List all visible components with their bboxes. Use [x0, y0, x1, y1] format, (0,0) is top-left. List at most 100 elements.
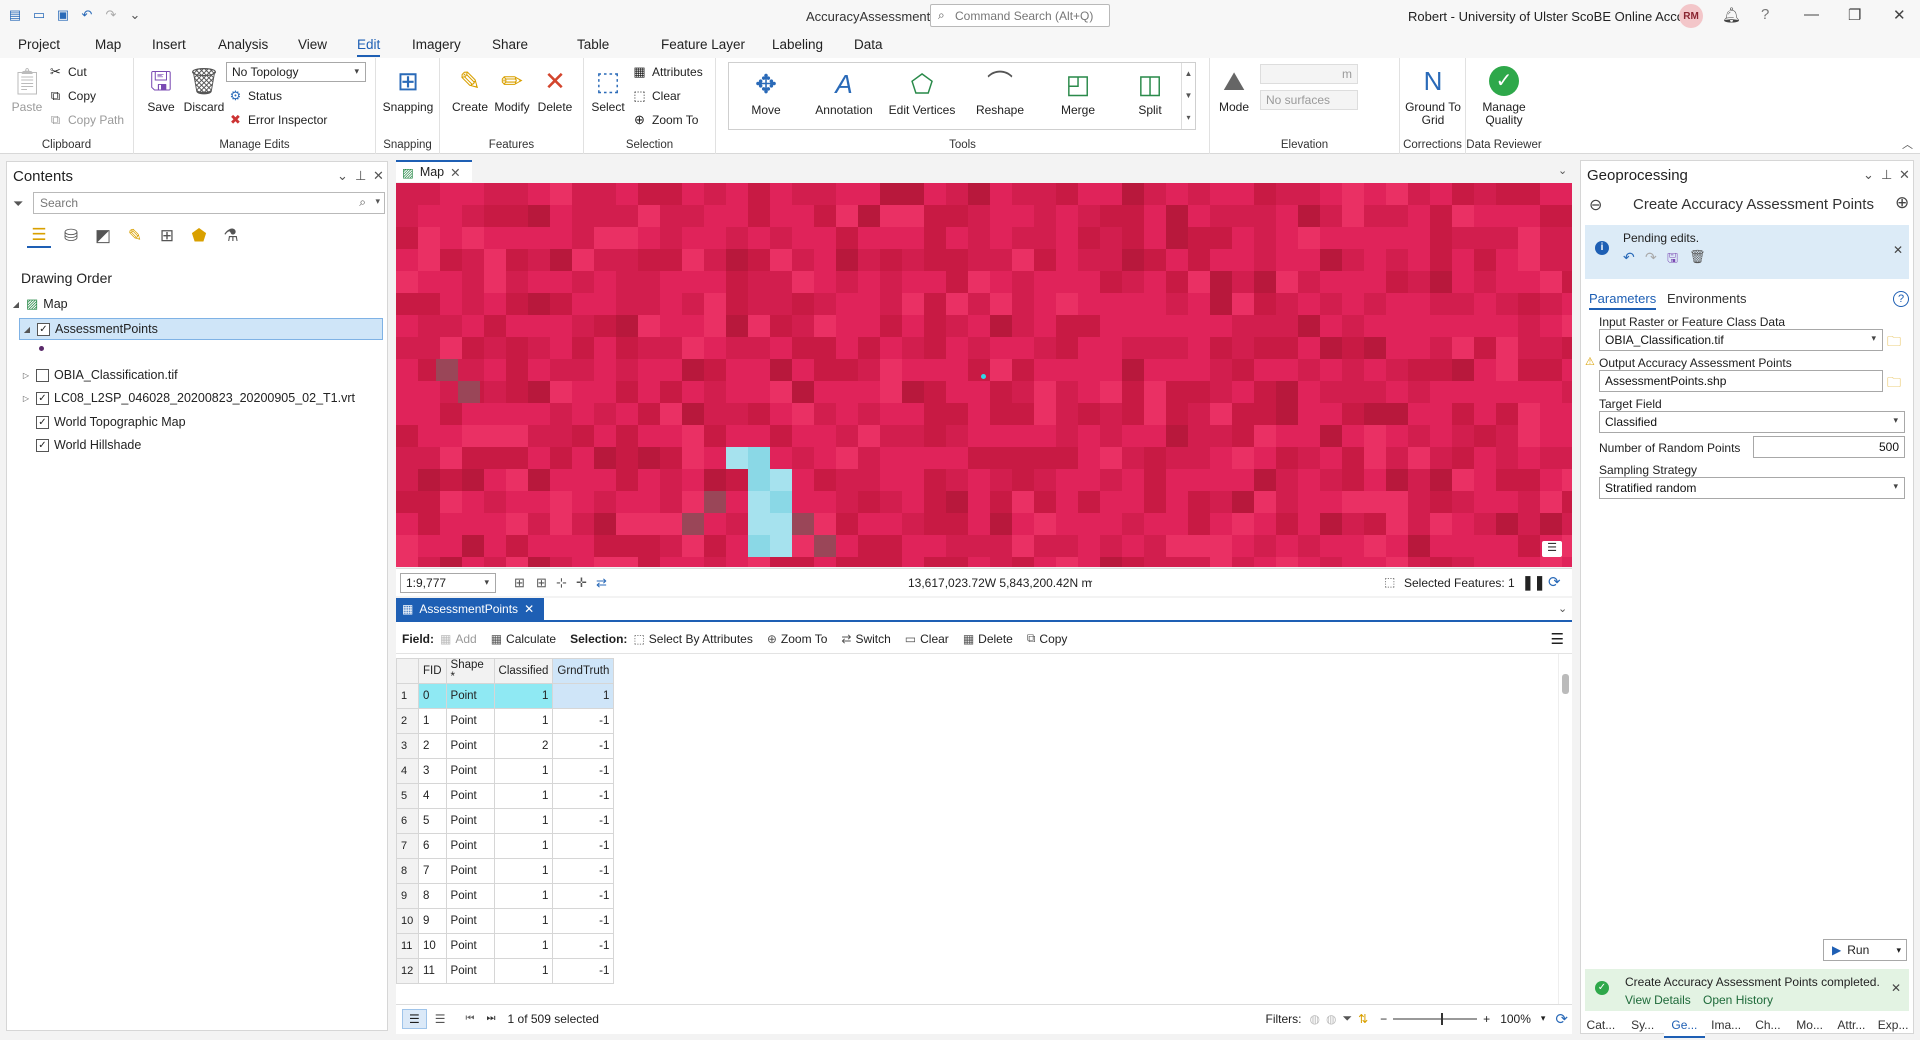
fid-cell[interactable]: 6: [418, 833, 447, 859]
layer-world-hillshade[interactable]: ✓ World Hillshade: [36, 434, 141, 456]
expand-arrow-icon[interactable]: ▷: [21, 394, 31, 403]
manage-quality-button[interactable]: ✓ Manage Quality: [1472, 64, 1536, 127]
close-tab-icon[interactable]: ✕: [450, 165, 460, 180]
redo-icon[interactable]: ↷: [1645, 249, 1657, 266]
classified-cell[interactable]: 2: [493, 733, 554, 759]
refresh-icon[interactable]: ⟳: [1548, 573, 1561, 591]
list-by-selection-icon[interactable]: ◩: [91, 224, 115, 248]
calculate-button[interactable]: ▦ Calculate: [491, 632, 556, 646]
new-project-icon[interactable]: ▤: [6, 6, 24, 24]
table-row[interactable]: 6 5 Point 1 -1: [396, 808, 615, 834]
map-tab[interactable]: ▨ Map ✕: [396, 160, 472, 182]
layer-obia-classification[interactable]: ▷ OBIA_Classification.tif: [21, 364, 178, 386]
cut-button[interactable]: ✂ Cut: [48, 64, 87, 80]
delete-selection-button[interactable]: ▦ Delete: [963, 632, 1013, 646]
snap-icon[interactable]: ✛: [576, 575, 587, 591]
open-history-link[interactable]: Open History: [1703, 993, 1773, 1007]
grndtruth-cell[interactable]: -1: [552, 933, 615, 959]
grid-icon[interactable]: ⊞: [536, 575, 547, 591]
filter-extent-icon[interactable]: ◍: [1310, 1012, 1320, 1026]
save-edits-icon[interactable]: 🖫︎: [1667, 249, 1678, 271]
input-raster-dropdown[interactable]: OBIA_Classification.tif ▾: [1599, 329, 1883, 351]
classified-cell[interactable]: 1: [493, 883, 554, 909]
edit-vertices-tool[interactable]: ⬠ Edit Vertices: [885, 67, 959, 117]
chevron-down-icon[interactable]: ▾: [1896, 945, 1901, 956]
topology-dropdown[interactable]: No Topology ▾: [226, 62, 366, 82]
clear-selection-button[interactable]: ▭ Clear: [905, 632, 949, 646]
close-pane-icon[interactable]: ✕: [373, 168, 384, 184]
tab-share[interactable]: Share: [492, 37, 528, 52]
gallery-scroll[interactable]: ▲ ▼ ▾: [1181, 63, 1195, 129]
snapping-button[interactable]: ⊞ Snapping: [382, 64, 434, 114]
grndtruth-cell[interactable]: -1: [552, 708, 615, 734]
collapse-arrow-icon[interactable]: ◢: [22, 325, 32, 334]
table-row[interactable]: 4 3 Point 1 -1: [396, 758, 615, 784]
reshape-tool[interactable]: ⌒ Reshape: [963, 67, 1037, 117]
shape-cell[interactable]: Point: [445, 883, 495, 909]
command-search-input[interactable]: ⌕ Command Search (Alt+Q): [930, 4, 1110, 27]
grndtruth-cell[interactable]: -1: [552, 883, 615, 909]
tab-labeling[interactable]: Labeling: [772, 37, 823, 52]
target-field-dropdown[interactable]: Classified ▾: [1599, 411, 1905, 433]
classified-cell[interactable]: 1: [493, 758, 554, 784]
table-zoom-slider[interactable]: [1393, 1012, 1478, 1025]
classified-cell[interactable]: 1: [493, 908, 554, 934]
add-field-button[interactable]: ▦ Add: [440, 632, 477, 646]
filter-sort-icon[interactable]: ⇅: [1358, 1012, 1368, 1026]
column-header[interactable]: FID: [418, 658, 447, 684]
tab-parameters[interactable]: Parameters: [1589, 291, 1657, 310]
filter-time-icon[interactable]: ◍: [1326, 1012, 1336, 1026]
attributes-button[interactable]: ▦ Attributes: [632, 64, 702, 80]
row-number[interactable]: 12: [396, 958, 419, 984]
table-row[interactable]: 1 0 Point 1 1: [396, 683, 615, 709]
classified-cell[interactable]: 1: [493, 708, 554, 734]
list-by-data-source-icon[interactable]: ⛁: [59, 224, 83, 248]
tab-edit[interactable]: Edit: [357, 37, 381, 57]
close-pane-icon[interactable]: ✕: [1899, 167, 1910, 183]
navigate-icon[interactable]: ⊹: [556, 575, 567, 591]
dock-tab-symbology[interactable]: Sy...: [1622, 1012, 1664, 1038]
copy-button[interactable]: ⧉ Copy: [48, 88, 96, 104]
notification-icon[interactable]: 🔔︎: [1722, 6, 1741, 24]
refresh-icon[interactable]: ⟳: [1555, 1010, 1568, 1028]
shape-cell[interactable]: Point: [445, 858, 495, 884]
row-number[interactable]: 11: [396, 933, 419, 959]
map-legend-icon[interactable]: ☰: [1542, 541, 1562, 557]
shape-cell[interactable]: Point: [445, 758, 495, 784]
shape-cell[interactable]: Point: [445, 708, 495, 734]
filter-definition-icon[interactable]: ⏷: [1342, 1011, 1352, 1026]
grndtruth-cell[interactable]: 1: [552, 683, 615, 709]
first-record-icon[interactable]: ⏮: [466, 1013, 475, 1024]
list-by-drawing-order-icon[interactable]: ☰: [27, 224, 51, 248]
fid-cell[interactable]: 10: [418, 933, 447, 959]
tab-feature-layer[interactable]: Feature Layer: [661, 37, 745, 52]
save-edits-button[interactable]: 🖫︎ Save: [142, 64, 180, 114]
view-details-link[interactable]: View Details: [1625, 993, 1691, 1007]
view-options-icon[interactable]: ⌄: [1558, 164, 1567, 177]
layer-assessmentpoints[interactable]: ◢ ✓ AssessmentPoints: [19, 318, 383, 340]
fid-cell[interactable]: 4: [418, 783, 447, 809]
tab-table[interactable]: Table: [577, 37, 609, 52]
create-button[interactable]: ✎ Create: [450, 64, 490, 114]
pin-icon[interactable]: ⊥: [355, 168, 366, 184]
column-header[interactable]: GrndTruth: [552, 658, 615, 684]
table-row[interactable]: 11 10 Point 1 -1: [396, 933, 615, 959]
chevron-down-icon[interactable]: ▾: [1541, 1013, 1546, 1024]
tab-data[interactable]: Data: [854, 37, 883, 52]
fid-cell[interactable]: 5: [418, 808, 447, 834]
pin-icon[interactable]: ⊥: [1881, 167, 1892, 183]
row-number[interactable]: 1: [396, 683, 419, 709]
undo-icon[interactable]: ↶: [78, 6, 96, 24]
classified-cell[interactable]: 1: [493, 958, 554, 984]
layer-visibility-checkbox[interactable]: [36, 368, 49, 382]
list-by-snapping-icon[interactable]: ⊞: [155, 224, 179, 248]
layer-visibility-checkbox[interactable]: ✓: [36, 415, 49, 429]
error-inspector-button[interactable]: ✖ Error Inspector: [228, 112, 327, 128]
merge-tool[interactable]: ◰ Merge: [1041, 67, 1115, 117]
shape-cell[interactable]: Point: [445, 833, 495, 859]
table-row[interactable]: 7 6 Point 1 -1: [396, 833, 615, 859]
pane-options-icon[interactable]: ⌄: [1863, 167, 1874, 183]
attribute-table-tab[interactable]: ▦ AssessmentPoints ✕: [396, 598, 544, 620]
layer-world-topographic-map[interactable]: ✓ World Topographic Map: [36, 411, 186, 433]
classified-cell[interactable]: 1: [493, 808, 554, 834]
